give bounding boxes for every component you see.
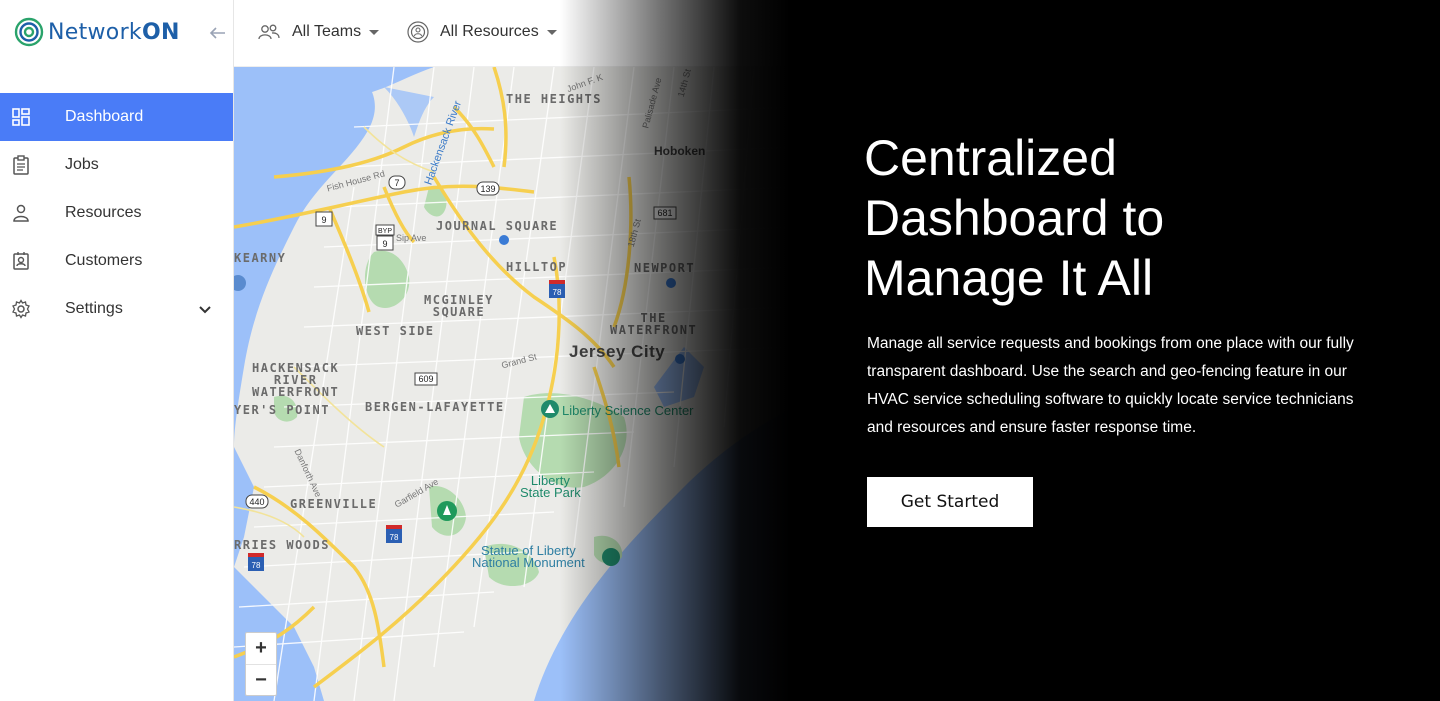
sidebar: NetworkON Dashboard Jobs Resources Custo… xyxy=(0,0,234,701)
brand-name: NetworkON xyxy=(48,20,180,45)
map-label: GREENVILLE xyxy=(290,497,378,511)
sidebar-item-label: Customers xyxy=(65,252,143,269)
map-label: MCGINLEY SQUARE xyxy=(424,293,494,319)
svg-text:609: 609 xyxy=(418,374,433,384)
svg-text:681: 681 xyxy=(657,208,672,218)
teams-filter-label: All Teams xyxy=(292,23,362,40)
resources-filter-label: All Resources xyxy=(440,23,539,40)
brand-name-part1: Network xyxy=(48,19,142,45)
sidebar-item-customers[interactable]: Customers xyxy=(0,237,233,285)
map-label: THE WATERFRONT xyxy=(610,311,698,337)
hero-title-line: Dashboard to xyxy=(864,190,1165,246)
brand-name-part2: ON xyxy=(141,19,180,45)
svg-text:440: 440 xyxy=(249,497,264,507)
resources-icon xyxy=(407,21,429,43)
dashboard-icon xyxy=(12,108,30,126)
top-bar: All Teams All Resources xyxy=(234,0,1440,67)
sidebar-item-label: Jobs xyxy=(65,156,99,173)
get-started-button[interactable]: Get Started xyxy=(867,477,1033,527)
svg-text:9: 9 xyxy=(321,215,326,225)
map-label: JOURNAL SQUARE xyxy=(436,219,559,233)
sidebar-item-label: Dashboard xyxy=(65,108,144,125)
map-label: Liberty State Park xyxy=(520,473,581,500)
svg-text:78: 78 xyxy=(252,561,261,570)
teams-filter-dropdown[interactable]: All Teams xyxy=(256,20,380,44)
caret-down-icon xyxy=(546,29,557,35)
map-zoom-control: + − xyxy=(245,632,277,696)
svg-text:78: 78 xyxy=(390,533,399,542)
hero-title-line: Centralized xyxy=(864,130,1117,186)
sidebar-item-dashboard[interactable]: Dashboard xyxy=(0,93,233,141)
map-label: RRIES WOODS xyxy=(234,538,330,552)
svg-text:139: 139 xyxy=(480,184,495,194)
map-label: Hoboken xyxy=(654,144,706,158)
map-label: KEARNY xyxy=(234,251,287,265)
gear-icon xyxy=(12,299,30,319)
resources-filter-dropdown[interactable]: All Resources xyxy=(406,20,557,44)
map-label: NEWPORT xyxy=(634,261,696,275)
map-label: YER'S POINT xyxy=(234,403,330,417)
svg-text:9: 9 xyxy=(382,239,387,249)
sidebar-item-label: Resources xyxy=(65,204,142,221)
map-label: BERGEN-LAFAYETTE xyxy=(365,400,505,414)
hero-section: Centralized Dashboard to Manage It All M… xyxy=(864,128,1384,442)
map-label: Statue of Liberty National Monument xyxy=(472,543,585,570)
collapse-sidebar-icon[interactable] xyxy=(207,23,227,43)
brand-logo[interactable]: NetworkON xyxy=(14,14,229,50)
map-label: HILLTOP xyxy=(506,260,568,274)
sidebar-item-settings[interactable]: Settings xyxy=(0,285,233,333)
sidebar-item-resources[interactable]: Resources xyxy=(0,189,233,237)
map-label: HACKENSACK RIVER WATERFRONT xyxy=(252,361,340,399)
contact-card-icon xyxy=(13,252,29,270)
networkon-logo-icon xyxy=(14,17,44,47)
hero-description: Manage all service requests and bookings… xyxy=(867,335,1354,436)
map-label: Jersey City xyxy=(569,342,666,361)
svg-text:78: 78 xyxy=(553,288,562,297)
sidebar-item-label: Settings xyxy=(65,300,123,317)
chevron-down-icon[interactable] xyxy=(196,301,214,319)
caret-down-icon xyxy=(369,29,380,35)
hero-title-line: Manage It All xyxy=(864,250,1154,306)
zoom-out-button[interactable]: − xyxy=(246,665,276,696)
map-label: Sip Ave xyxy=(396,233,427,243)
sidebar-nav: Dashboard Jobs Resources Customers Setti… xyxy=(0,93,233,333)
map-label: THE HEIGHTS xyxy=(506,92,602,106)
sidebar-item-jobs[interactable]: Jobs xyxy=(0,141,233,189)
clipboard-icon xyxy=(13,155,29,175)
map-label: Liberty Science Center xyxy=(562,403,694,418)
zoom-in-button[interactable]: + xyxy=(246,633,276,665)
team-icon xyxy=(258,24,280,40)
user-icon xyxy=(13,204,29,222)
route-shield-7: 7 xyxy=(394,178,399,188)
map-label: WEST SIDE xyxy=(356,324,435,338)
svg-text:BYP: BYP xyxy=(378,228,392,235)
hero-title: Centralized Dashboard to Manage It All xyxy=(864,128,1384,308)
